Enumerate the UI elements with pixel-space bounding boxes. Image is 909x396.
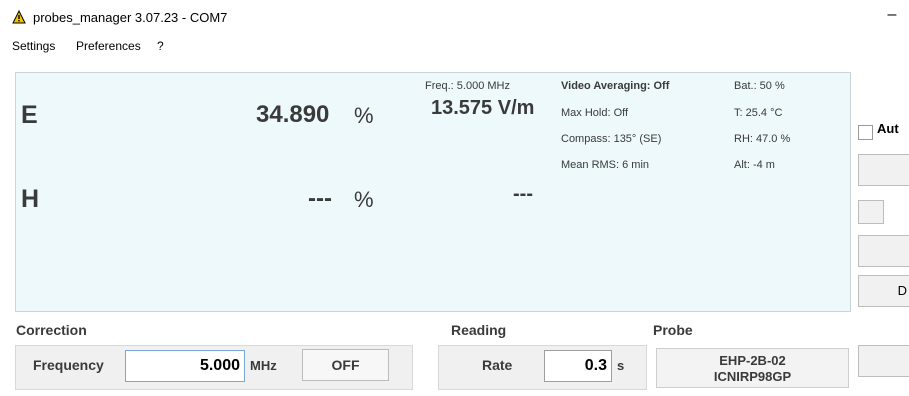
humidity-readout: RH: 47.0 %	[734, 133, 791, 145]
side-button-d[interactable]: D	[858, 275, 909, 307]
h-field-label: H	[21, 185, 40, 213]
correction-title: Correction	[16, 322, 87, 338]
h-unit: %	[354, 187, 374, 212]
app-warning-icon	[12, 10, 26, 24]
window-title: probes_manager 3.07.23 - COM7	[33, 10, 228, 25]
side-button-2[interactable]	[858, 235, 909, 267]
probe-model: EHP-2B-02	[719, 353, 786, 368]
correction-off-button[interactable]: OFF	[302, 349, 389, 381]
probe-info: EHP-2B-02 ICNIRP98GP	[656, 348, 849, 388]
e-field-label: E	[21, 101, 38, 129]
probe-standard: ICNIRP98GP	[713, 369, 792, 384]
field-strength-value: 13.575 V/m	[431, 97, 535, 119]
menu-bar: Settings Preferences ?	[0, 37, 909, 59]
frequency-label: Frequency	[33, 357, 104, 373]
battery-readout: Bat.: 50 %	[734, 80, 785, 92]
auto-checkbox-label: Aut	[877, 121, 899, 136]
temperature-readout: T: 25.4 °C	[734, 107, 783, 119]
probe-title: Probe	[653, 322, 693, 338]
frequency-input[interactable]: 5.000	[125, 350, 245, 382]
max-hold-status: Max Hold: Off	[561, 107, 629, 119]
menu-settings[interactable]: Settings	[12, 39, 55, 53]
rate-label: Rate	[482, 357, 513, 373]
auto-checkbox[interactable]	[858, 125, 873, 140]
menu-help[interactable]: ?	[157, 39, 164, 53]
reading-panel	[438, 345, 647, 390]
frequency-readout: Freq.: 5.000 MHz	[425, 80, 510, 92]
frequency-unit: MHz	[250, 358, 277, 373]
side-button-3[interactable]	[858, 345, 909, 377]
altitude-readout: Alt: -4 m	[734, 159, 775, 171]
measurement-display: E 34.890 % Freq.: 5.000 MHz 13.575 V/m V…	[15, 72, 851, 312]
video-averaging-status: Video Averaging: Off	[561, 80, 670, 92]
h-value: ---	[308, 185, 332, 212]
menu-preferences[interactable]: Preferences	[76, 39, 141, 53]
side-small-button[interactable]	[858, 200, 884, 224]
side-button-1[interactable]	[858, 154, 909, 186]
h-field-value: ---	[513, 183, 533, 205]
e-value: 34.890	[256, 101, 330, 128]
mean-rms-readout: Mean RMS: 6 min	[561, 159, 650, 171]
title-bar: probes_manager 3.07.23 - COM7 –	[0, 0, 909, 37]
compass-readout: Compass: 135° (SE)	[561, 133, 662, 145]
minimize-button[interactable]: –	[878, 6, 906, 26]
e-unit: %	[354, 103, 374, 128]
reading-title: Reading	[451, 322, 507, 338]
rate-unit: s	[617, 358, 625, 373]
rate-input[interactable]: 0.3	[544, 350, 612, 382]
